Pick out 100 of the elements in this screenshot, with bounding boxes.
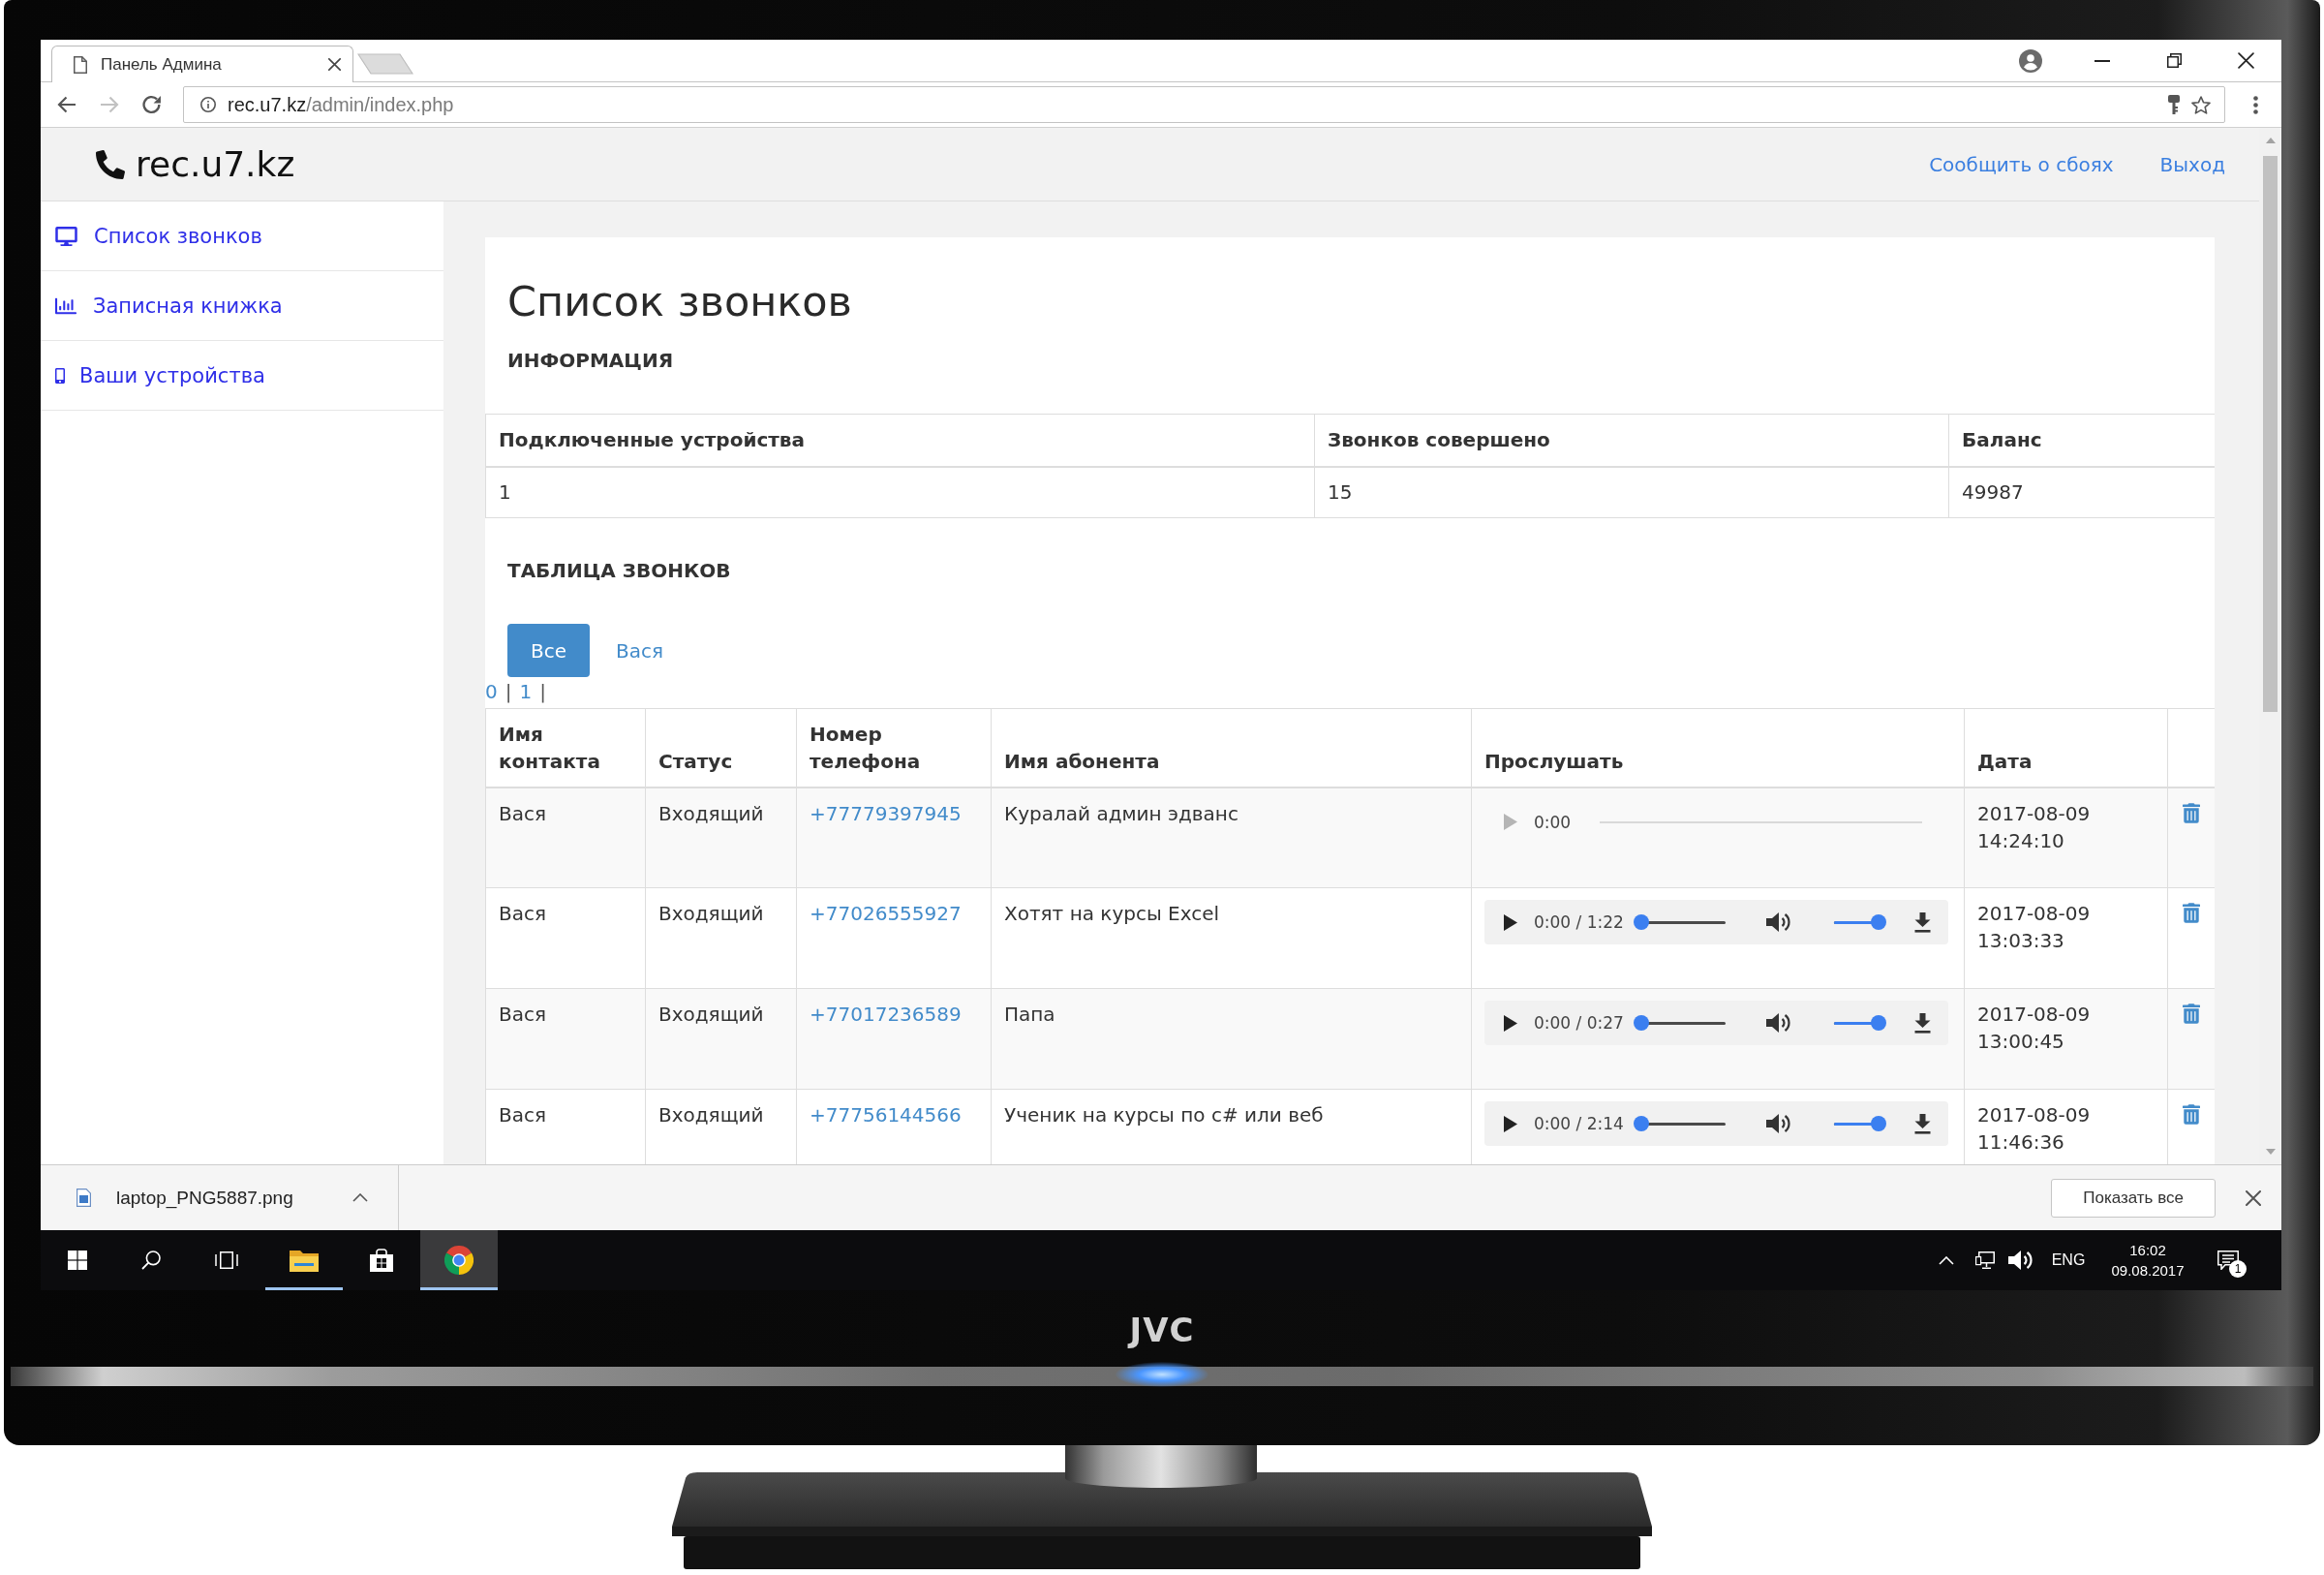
download-icon[interactable] <box>1914 1012 1931 1034</box>
reload-icon[interactable] <box>142 95 162 114</box>
mobile-phone-icon <box>55 367 65 384</box>
column-header: Статус <box>645 708 797 788</box>
desktop-icon <box>55 226 77 246</box>
search-icon[interactable] <box>141 1251 161 1270</box>
slider-thumb[interactable] <box>1871 1116 1886 1131</box>
table-cell: Входящий <box>645 787 797 888</box>
download-icon[interactable] <box>1914 911 1931 933</box>
brand-logo: JVC <box>1129 1313 1195 1346</box>
pagination-separator: | <box>539 681 546 702</box>
restore-icon[interactable] <box>2166 53 2182 68</box>
phone-icon <box>96 149 125 179</box>
slider-thumb[interactable] <box>1634 1116 1649 1131</box>
star-icon[interactable] <box>2191 95 2211 114</box>
table-cell: 2017-08-09 13:03:33 <box>1964 887 2168 989</box>
pagination-separator: | <box>505 681 512 702</box>
language-indicator[interactable]: ENG <box>2051 1251 2086 1269</box>
playback-time: 0:00 <box>1534 812 1572 832</box>
header-link[interactable]: Сообщить о сбоях <box>1929 150 2114 178</box>
column-header: Прослушать <box>1471 708 1965 788</box>
slider-thumb[interactable] <box>1634 1015 1649 1031</box>
info-icon[interactable] <box>200 97 216 112</box>
column-header: Имя контакта <box>485 708 646 788</box>
play-icon[interactable] <box>1504 1014 1517 1032</box>
browser-logo-icon[interactable] <box>444 1246 474 1275</box>
section-heading: ТАБЛИЦА ЗВОНКОВ <box>507 558 732 584</box>
scrollbar[interactable] <box>2259 128 2281 1164</box>
download-icon[interactable] <box>1914 1113 1931 1134</box>
table-cell: 2017-08-09 14:24:10 <box>1964 787 2168 888</box>
table-cell: Входящий <box>645 1089 797 1164</box>
table-cell: Папа <box>991 988 1472 1090</box>
column-header: Баланс <box>1948 414 2215 467</box>
trash-icon[interactable] <box>2183 1104 2200 1125</box>
table-cell: Куралай админ эдванс <box>991 787 1472 888</box>
clock-date[interactable]: 09.08.2017 <box>2111 1260 2185 1281</box>
caret-up-icon[interactable] <box>352 1193 368 1202</box>
page-title: Список звонков <box>507 276 853 326</box>
table-cell: Вася <box>485 887 646 989</box>
table-cell: 1 <box>485 466 1315 518</box>
table-cell: Вася <box>485 1089 646 1164</box>
phone-link[interactable]: +77756144566 <box>810 1103 962 1127</box>
scrollbar-thumb[interactable] <box>2263 156 2278 712</box>
page-link[interactable]: 0 <box>485 681 498 702</box>
close-icon[interactable] <box>328 58 341 71</box>
windows-logo-icon[interactable] <box>68 1251 87 1270</box>
browser-tab[interactable]: Панель Админа <box>51 46 353 82</box>
table-cell: Вася <box>485 787 646 888</box>
trash-icon[interactable] <box>2183 903 2200 923</box>
back-arrow-icon[interactable] <box>57 96 76 113</box>
speaker-icon[interactable] <box>1766 911 1791 933</box>
play-icon[interactable] <box>1504 913 1517 931</box>
table-cell: 2017-08-09 11:46:36 <box>1964 1089 2168 1164</box>
table-cell: Вася <box>485 988 646 1090</box>
filter-tab[interactable]: Все <box>507 624 591 677</box>
table-cell: Входящий <box>645 988 797 1090</box>
column-header: Имя абонента <box>991 708 1472 788</box>
slider-thumb[interactable] <box>1871 914 1886 930</box>
close-icon[interactable] <box>2237 52 2254 69</box>
site-logo[interactable]: rec.u7.kz <box>96 142 295 186</box>
play-icon[interactable] <box>1504 1115 1517 1132</box>
filter-tab[interactable]: Вася <box>593 624 688 677</box>
speaker-icon[interactable] <box>1766 1012 1791 1034</box>
minimize-icon[interactable] <box>2095 59 2110 62</box>
slider-thumb[interactable] <box>1634 914 1649 930</box>
monitor-icon[interactable] <box>1975 1251 1995 1269</box>
sidebar-link[interactable]: Список звонков <box>41 201 443 271</box>
trash-icon[interactable] <box>2183 1004 2200 1024</box>
speaker-icon[interactable] <box>2008 1250 2034 1271</box>
column-header: Номер телефона <box>796 708 992 788</box>
table-cell: Хотят на курсы Excel <box>991 887 1472 989</box>
column-header: Звонков совершено <box>1314 414 1949 467</box>
notification-badge: 1 <box>2229 1260 2247 1278</box>
key-icon[interactable] <box>2168 95 2180 114</box>
speaker-icon[interactable] <box>1766 1113 1791 1134</box>
account-icon[interactable] <box>2019 48 2042 73</box>
table-cell: Входящий <box>645 887 797 989</box>
playback-time: 0:00 / 2:14 <box>1534 1114 1625 1133</box>
phone-link[interactable]: +77026555927 <box>810 902 962 925</box>
task-view-icon[interactable] <box>215 1251 238 1269</box>
shopping-bag-icon[interactable] <box>370 1249 393 1272</box>
slider-thumb[interactable] <box>1871 1015 1886 1031</box>
address-field[interactable]: rec.u7.kz/admin/index.php <box>183 86 2225 123</box>
table-cell: Ученик на курсы по c# или веб <box>991 1089 1472 1164</box>
trash-icon[interactable] <box>2183 802 2200 823</box>
playback-time: 0:00 / 1:22 <box>1534 912 1625 932</box>
page-link[interactable]: 1 <box>519 681 533 702</box>
taskbar-button[interactable] <box>420 1230 498 1290</box>
menu-icon[interactable] <box>2252 95 2258 114</box>
close-icon[interactable] <box>2246 1189 2261 1206</box>
column-header: Подключенные устройства <box>485 414 1315 467</box>
table-cell: 15 <box>1314 466 1949 518</box>
image-file-icon <box>76 1189 91 1207</box>
show-all-button[interactable]: Показать все <box>2051 1178 2216 1218</box>
page-icon <box>74 55 87 74</box>
folder-icon[interactable] <box>290 1249 319 1272</box>
header-link[interactable]: Выход <box>2159 150 2225 178</box>
table-cell: 2017-08-09 13:00:45 <box>1964 988 2168 1090</box>
section-heading: ИНФОРМАЦИЯ <box>507 348 675 374</box>
clock-time[interactable]: 16:02 <box>2129 1240 2166 1260</box>
